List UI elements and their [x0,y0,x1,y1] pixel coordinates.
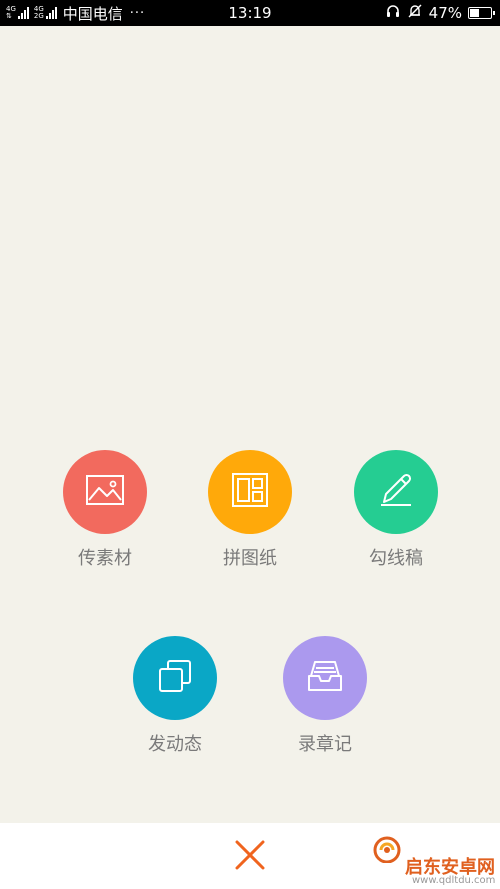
pen-icon [376,470,416,514]
action-circle[interactable] [283,636,367,720]
action-label: 传素材 [78,548,132,569]
action-label: 录章记 [298,734,352,755]
close-icon [235,840,265,874]
action-label: 发动态 [148,734,202,755]
status-right: 47% [385,0,495,26]
action-collage[interactable]: 拼图纸 [190,450,310,570]
action-post-update[interactable]: 发动态 [115,636,235,756]
action-label: 拼图纸 [223,548,277,569]
bottom-bar: 启东安卓网 www.qdltdu.com [0,823,500,889]
layers-icon [156,657,194,699]
watermark-logo [372,833,402,864]
action-circle[interactable] [63,450,147,534]
action-label: 勾线稿 [369,548,423,569]
action-sketch[interactable]: 勾线稿 [336,450,456,570]
action-circle[interactable] [208,450,292,534]
alarm-off-icon [407,3,423,23]
battery-icon [468,7,495,19]
inbox-tray-icon [305,658,345,698]
action-upload-material[interactable]: 传素材 [45,450,165,570]
action-record-chapter[interactable]: 录章记 [265,636,385,756]
watermark-url: www.qdltdu.com [412,875,496,886]
close-button[interactable] [228,835,272,879]
headset-icon [385,3,401,23]
action-circle[interactable] [133,636,217,720]
action-circle[interactable] [354,450,438,534]
battery-percent: 47% [428,4,462,22]
layout-grid-icon [231,472,269,512]
status-bar: 4G ⇅ 4G 2G 中国电信 ··· 13:19 47% [0,0,500,26]
image-icon [85,474,125,510]
